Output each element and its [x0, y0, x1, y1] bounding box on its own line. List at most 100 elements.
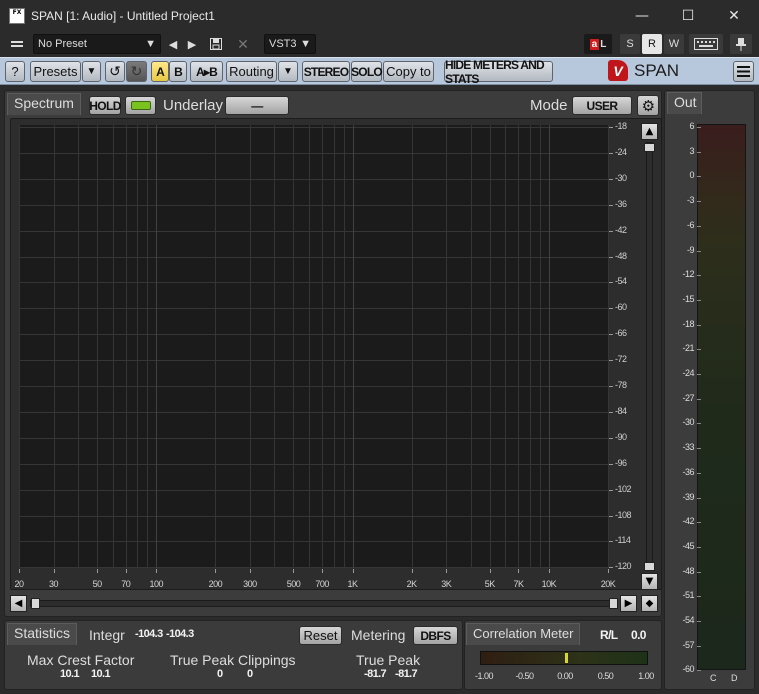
host-menu-button[interactable] — [5, 34, 29, 54]
integr-label: Integr — [89, 627, 125, 643]
y-axis-tick-label: -72 — [615, 354, 627, 365]
y-axis-tick — [609, 437, 613, 439]
tab-spectrum[interactable]: Spectrum — [7, 93, 81, 115]
auto-icon: a — [589, 38, 600, 50]
output-scale-label: -33 — [682, 442, 694, 453]
toggle-w[interactable]: W — [664, 34, 684, 54]
format-select[interactable]: VST3 ▼ — [264, 34, 316, 54]
grid-vline — [274, 125, 276, 568]
hold-led-toggle[interactable] — [125, 96, 156, 115]
routing-button[interactable]: Routing — [226, 61, 277, 82]
copy-to-label: Copy to — [386, 64, 431, 79]
brand-name: SPAN — [634, 60, 680, 80]
next-preset-button[interactable]: ▶ — [184, 34, 200, 54]
output-scale-tick — [697, 423, 701, 425]
presets-dropdown-button[interactable]: ▼ — [82, 61, 101, 82]
routing-dropdown-button[interactable]: ▼ — [278, 61, 298, 82]
vertical-scrollbar[interactable]: ▲ ▼ — [640, 123, 659, 590]
underlay-value: — — [251, 98, 263, 113]
solo-button[interactable]: SOLO — [351, 61, 383, 82]
help-button[interactable]: ? — [5, 61, 25, 82]
prev-preset-button[interactable]: ◀ — [165, 34, 181, 54]
output-scale-label: 6 — [689, 121, 694, 131]
tab-out[interactable]: Out — [667, 92, 702, 114]
preset-a-label: A — [156, 64, 165, 79]
chevron-down-icon: ▼ — [145, 38, 156, 50]
tab-correlation[interactable]: Correlation Meter — [466, 623, 581, 645]
maximize-button[interactable]: ☐ — [665, 0, 711, 31]
output-scale-tick — [697, 349, 701, 351]
tab-spectrum-label: Spectrum — [14, 95, 74, 111]
delete-preset-button[interactable]: ✕ — [232, 34, 254, 54]
vertical-scroll-handle-bottom[interactable] — [644, 562, 655, 571]
horizontal-scroll-handle-right[interactable] — [609, 598, 618, 609]
minimize-button[interactable]: — — [619, 0, 665, 31]
preset-b-button[interactable]: B — [169, 61, 187, 82]
correlation-scale-label: 0.00 — [557, 671, 573, 681]
window-titlebar: FX SPAN [1: Audio] - Untitled Project1 —… — [0, 0, 759, 31]
settings-button[interactable]: ⚙ — [637, 95, 659, 116]
redo-button[interactable]: ↻ — [126, 61, 147, 82]
main-menu-button[interactable] — [733, 61, 754, 82]
horizontal-scrollbar[interactable]: ◀ ▶ ◆ — [10, 594, 660, 613]
output-scale-label: -21 — [682, 343, 694, 354]
scroll-down-button[interactable]: ▼ — [641, 573, 658, 590]
spectrum-plot[interactable] — [19, 125, 609, 569]
redo-icon: ↻ — [130, 63, 143, 80]
x-axis-tick — [411, 569, 413, 573]
x-axis-tick-label: 10K — [541, 579, 557, 589]
grid-vline — [548, 125, 550, 568]
keyboard-button[interactable] — [689, 34, 723, 54]
reset-button[interactable]: Reset — [299, 626, 342, 645]
metering-select[interactable]: DBFS — [413, 626, 458, 645]
scroll-left-button[interactable]: ◀ — [10, 595, 27, 612]
toggle-w-label: W — [668, 38, 680, 50]
link-icon: L — [600, 38, 607, 50]
grid-hline — [19, 411, 608, 413]
grid-vline — [125, 125, 127, 568]
tab-statistics[interactable]: Statistics — [7, 623, 78, 645]
app-icon-text: FX — [12, 8, 22, 16]
hide-meters-button[interactable]: HIDE METERS AND STATS — [444, 58, 553, 86]
save-preset-button[interactable] — [205, 34, 227, 54]
scroll-up-button[interactable]: ▲ — [641, 123, 658, 140]
a-l-toggle[interactable]: aL — [584, 34, 612, 54]
app-icon[interactable]: FX — [9, 7, 25, 24]
copy-to-button[interactable]: Copy to — [383, 61, 434, 82]
scroll-right-button[interactable]: ▶ — [620, 595, 637, 612]
hold-button[interactable]: HOLD — [89, 96, 121, 115]
close-button[interactable]: ✕ — [711, 0, 757, 31]
toggle-s[interactable]: S — [620, 34, 640, 54]
pin-button[interactable] — [730, 34, 752, 54]
preset-select[interactable]: No Preset ▼ — [33, 34, 161, 54]
horizontal-scroll-handle-left[interactable] — [31, 598, 40, 609]
output-scale-tick — [697, 522, 701, 524]
grid-vline — [608, 125, 609, 568]
presets-label: Presets — [33, 64, 78, 79]
output-scale-tick — [697, 670, 701, 672]
metering-value: DBFS — [420, 628, 451, 643]
horizontal-scroll-track[interactable] — [30, 598, 618, 609]
y-axis-tick — [609, 541, 613, 543]
copy-a-to-b-button[interactable]: A▸B — [190, 61, 223, 82]
brand-mark: V — [608, 60, 628, 81]
mode-value: USER — [586, 98, 619, 113]
grid-hline — [19, 230, 608, 232]
underlay-select[interactable]: — — [225, 96, 289, 115]
mode-select[interactable]: USER — [572, 96, 632, 115]
y-axis-tick-label: -90 — [615, 431, 627, 442]
undo-button[interactable]: ↺ — [105, 61, 125, 82]
close-x-icon: ✕ — [237, 35, 249, 52]
output-scale-label: -6 — [686, 219, 695, 230]
zoom-fit-button[interactable]: ◆ — [641, 595, 658, 612]
vertical-scroll-handle-top[interactable] — [644, 143, 655, 152]
x-axis-tick-label: 700 — [315, 579, 329, 589]
vertical-scroll-track[interactable] — [644, 142, 655, 571]
presets-button[interactable]: Presets — [30, 61, 81, 82]
preset-a-button[interactable]: A — [151, 61, 169, 82]
correlation-mode[interactable]: R/L — [600, 628, 618, 642]
correlation-needle — [565, 653, 568, 663]
stereo-button[interactable]: STEREO — [302, 61, 350, 82]
y-axis-tick-label: -18 — [615, 121, 627, 131]
toggle-r[interactable]: R — [642, 34, 662, 54]
